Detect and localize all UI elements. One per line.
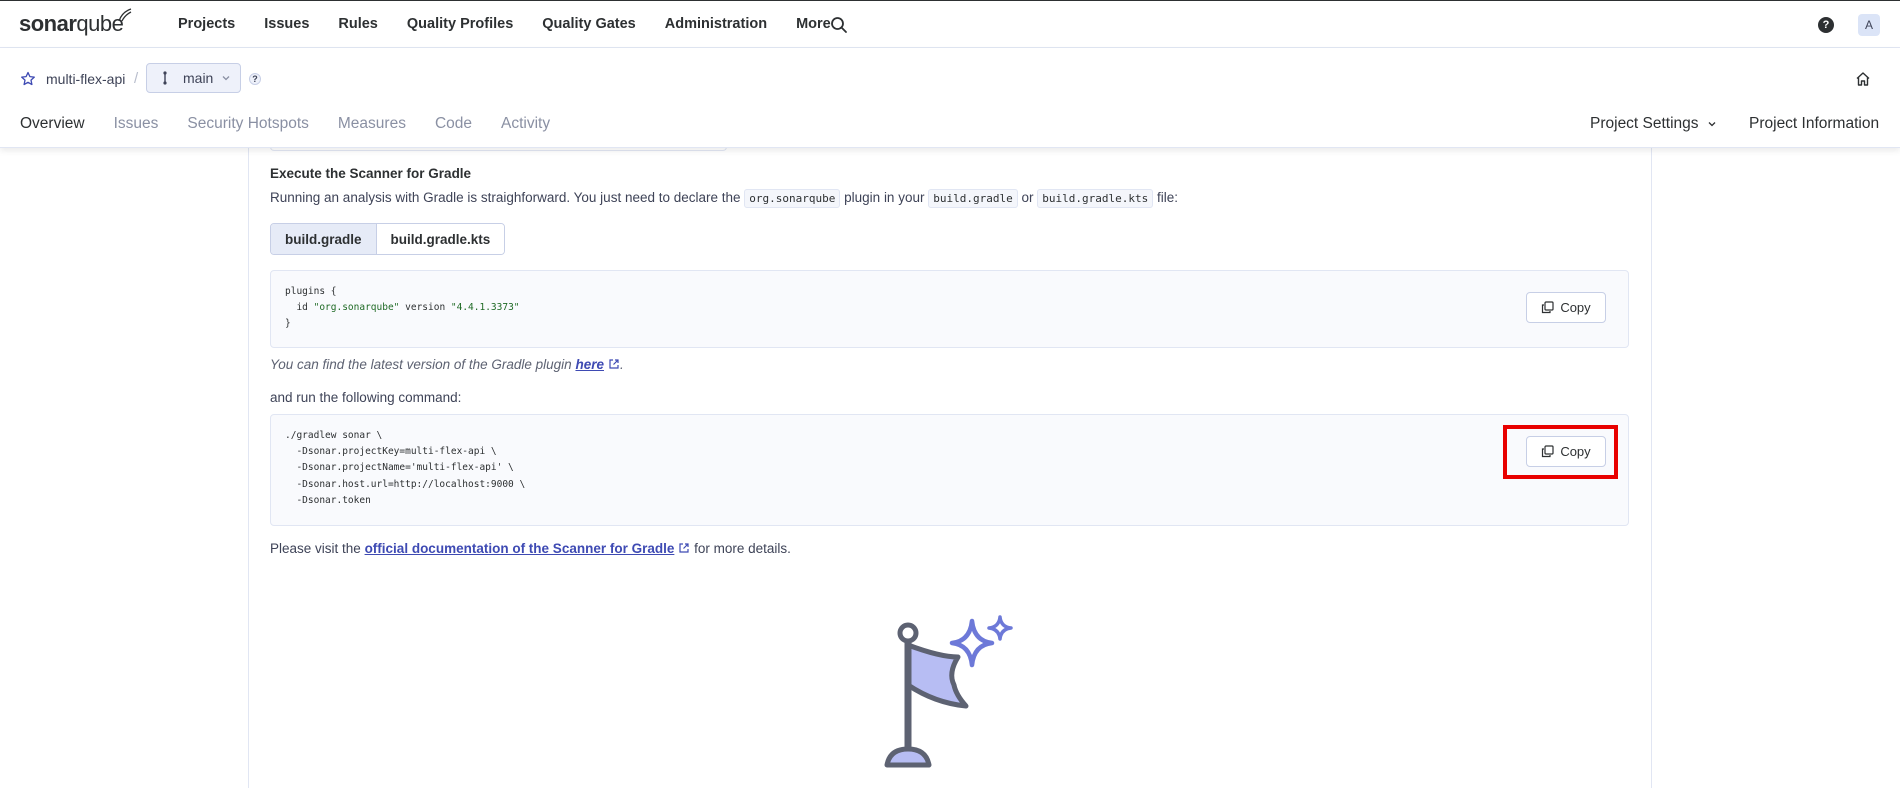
branch-help-icon[interactable]: ? (249, 73, 261, 85)
branch-selector[interactable]: main (146, 63, 241, 93)
inline-code-plugin: org.sonarqube (744, 189, 841, 208)
chevron-down-icon (1708, 122, 1716, 127)
help-icon[interactable]: ? (1818, 17, 1834, 33)
copy-label: Copy (1560, 300, 1591, 315)
favorite-star-icon[interactable] (20, 71, 36, 87)
project-information-link[interactable]: Project Information (1749, 115, 1879, 133)
link-text: here (575, 357, 604, 372)
version-note-text: You can find the latest version of the G… (270, 357, 572, 372)
code-line: version (399, 302, 451, 314)
logo-text-light: qube (76, 11, 124, 36)
logo-waves-icon (118, 8, 132, 22)
tab-issues[interactable]: Issues (114, 115, 159, 133)
nav-issues[interactable]: Issues (264, 16, 309, 32)
code-line: -Dsonar.projectName='multi-flex-api' \ (285, 462, 514, 474)
command-code-block: ./gradlew sonar \ -Dsonar.projectKey=mul… (270, 414, 1629, 526)
copy-icon (1542, 301, 1554, 314)
version-note: You can find the latest version of the G… (270, 357, 624, 372)
branch-icon (163, 71, 167, 85)
copy-plugin-button[interactable]: Copy (1526, 292, 1606, 323)
inline-code-build-gradle: build.gradle (928, 189, 1018, 208)
docs-text: for more details. (694, 541, 791, 556)
code-line: -Dsonar.host.url=http://localhost:9000 \ (285, 478, 526, 490)
copy-icon (1542, 445, 1554, 458)
intro-text: Running an analysis with Gradle is strai… (270, 190, 741, 205)
tab-overview[interactable]: Overview (20, 115, 85, 133)
build-file-toggle: build.gradle build.gradle.kts (270, 223, 506, 255)
project-header: multi-flex-api / main ? Overview Issues … (0, 48, 1900, 148)
nav-quality-profiles[interactable]: Quality Profiles (407, 16, 513, 32)
breadcrumb-separator: / (134, 70, 139, 87)
nav-administration[interactable]: Administration (665, 16, 767, 32)
code-line: -Dsonar.projectKey=multi-flex-api \ (285, 446, 497, 458)
tab-measures[interactable]: Measures (338, 115, 406, 133)
logo-text-bold: sonar (19, 11, 77, 36)
chevron-down-icon (222, 76, 230, 81)
project-tabs: Overview Issues Security Hotspots Measur… (20, 115, 579, 133)
nav-more[interactable]: More (796, 16, 831, 32)
tab-activity[interactable]: Activity (501, 115, 550, 133)
project-settings-menu[interactable]: Project Settings (1590, 115, 1717, 133)
external-link-icon (679, 543, 689, 553)
docs-text: Please visit the (270, 541, 361, 556)
sonarqube-logo[interactable]: sonar qube (19, 7, 132, 41)
section-heading: Execute the Scanner for Gradle (270, 166, 472, 181)
code-line: plugins { (285, 286, 337, 297)
external-link-icon (609, 359, 619, 369)
scanner-docs-link[interactable]: official documentation of the Scanner fo… (365, 541, 691, 556)
home-icon[interactable] (1855, 71, 1871, 87)
nav-projects[interactable]: Projects (178, 16, 235, 32)
run-command-label: and run the following command: (270, 390, 462, 405)
version-note-text: . (620, 357, 624, 372)
nav-rules[interactable]: Rules (338, 16, 378, 32)
code-line: } (285, 318, 291, 330)
code-string: "org.sonarqube" (313, 302, 400, 314)
link-text: official documentation of the Scanner fo… (364, 541, 675, 556)
project-settings-label: Project Settings (1590, 115, 1699, 132)
top-navbar: sonar qube Projects Issues Rules Quality … (0, 0, 1900, 48)
search-icon[interactable] (829, 15, 849, 35)
copy-label: Copy (1560, 444, 1591, 459)
code-line: ./gradlew sonar \ (285, 430, 383, 441)
code-line: -Dsonar.token (285, 494, 371, 506)
tab-code[interactable]: Code (435, 115, 472, 133)
inline-code-build-gradle-kts: build.gradle.kts (1037, 189, 1154, 208)
code-line: id (285, 302, 314, 314)
intro-text: file: (1157, 190, 1179, 205)
intro-paragraph: Running an analysis with Gradle is strai… (270, 189, 1179, 208)
nav-quality-gates[interactable]: Quality Gates (542, 16, 635, 32)
plugin-code-block: plugins { id "org.sonarqube" version "4.… (270, 270, 1629, 348)
branch-name: main (183, 70, 214, 86)
celebration-flag-icon (884, 615, 1013, 768)
toggle-build-gradle[interactable]: build.gradle (271, 224, 377, 254)
intro-text: plugin in your (844, 190, 925, 205)
code-string: "4.4.1.3373" (450, 302, 520, 314)
main-nav: Projects Issues Rules Quality Profiles Q… (178, 1, 860, 47)
copy-command-button[interactable]: Copy (1526, 436, 1606, 467)
docs-paragraph: Please visit the official documentation … (270, 541, 791, 556)
gradle-plugin-link[interactable]: here (575, 357, 620, 372)
intro-text: or (1021, 190, 1034, 205)
project-name-link[interactable]: multi-flex-api (46, 71, 125, 87)
toggle-build-gradle-kts[interactable]: build.gradle.kts (376, 224, 505, 254)
tab-security-hotspots[interactable]: Security Hotspots (187, 115, 308, 133)
avatar[interactable]: A (1858, 14, 1880, 36)
